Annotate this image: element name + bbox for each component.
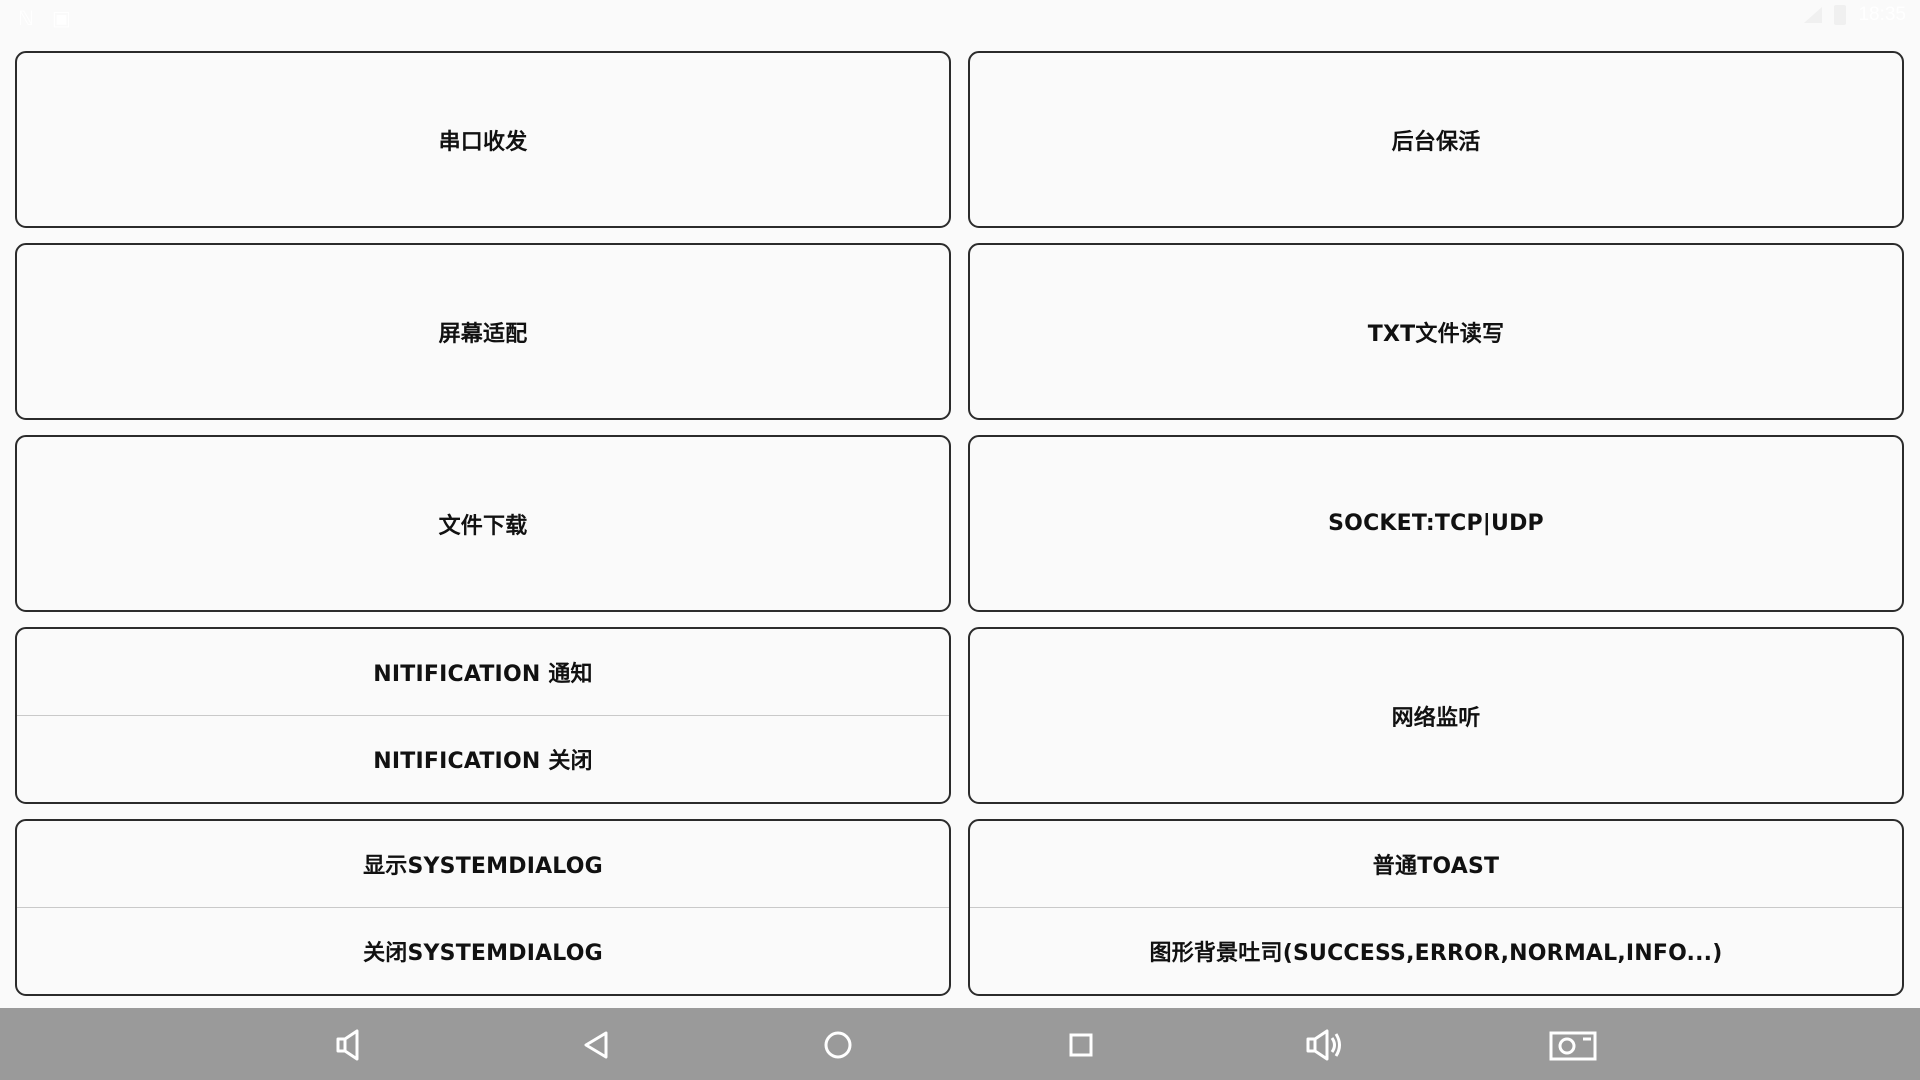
card-notification: NITIFICATION 通知 NITIFICATION 关闭 xyxy=(15,627,951,804)
back-icon[interactable] xyxy=(571,1020,621,1070)
screen-adapt-button[interactable]: 屏幕适配 xyxy=(17,245,949,418)
screenshot-icon[interactable] xyxy=(1543,1020,1603,1070)
grid-row: NITIFICATION 通知 NITIFICATION 关闭 网络监听 xyxy=(15,627,1905,804)
serial-port-button[interactable]: 串口收发 xyxy=(17,53,949,226)
grid-row: 屏幕适配 TXT文件读写 xyxy=(15,243,1905,420)
volume-down-icon[interactable] xyxy=(327,1020,377,1070)
txt-file-rw-button[interactable]: TXT文件读写 xyxy=(970,245,1902,418)
graphic-toast-button[interactable]: 图形背景吐司(SUCCESS,ERROR,NORMAL,INFO...) xyxy=(970,907,1902,994)
grid-row: 串口收发 后台保活 xyxy=(15,51,1905,228)
card-systemdialog: 显示SYSTEMDIALOG 关闭SYSTEMDIALOG xyxy=(15,819,951,996)
home-icon[interactable] xyxy=(813,1020,863,1070)
status-left: ℕ ▣ xyxy=(18,6,71,30)
card-download: 文件下载 xyxy=(15,435,951,612)
card-toast: 普通TOAST 图形背景吐司(SUCCESS,ERROR,NORMAL,INFO… xyxy=(968,819,1904,996)
grid-row: 显示SYSTEMDIALOG 关闭SYSTEMDIALOG 普通TOAST 图形… xyxy=(15,819,1905,996)
navigation-bar xyxy=(0,1008,1920,1080)
notification-close-button[interactable]: NITIFICATION 关闭 xyxy=(17,715,949,802)
close-systemdialog-button[interactable]: 关闭SYSTEMDIALOG xyxy=(17,907,949,994)
card-screen: 屏幕适配 xyxy=(15,243,951,420)
file-download-button[interactable]: 文件下载 xyxy=(17,437,949,610)
status-right: 18:35 xyxy=(1804,4,1906,26)
notification-show-button[interactable]: NITIFICATION 通知 xyxy=(17,629,949,715)
status-bar: ℕ ▣ 18:35 xyxy=(0,0,1920,36)
feature-grid: 串口收发 后台保活 屏幕适配 TXT文件读写 文件下载 SOCKET:TCP|U… xyxy=(15,51,1905,1011)
volume-up-icon[interactable] xyxy=(1300,1020,1350,1070)
normal-toast-button[interactable]: 普通TOAST xyxy=(970,821,1902,907)
show-systemdialog-button[interactable]: 显示SYSTEMDIALOG xyxy=(17,821,949,907)
network-monitor-button[interactable]: 网络监听 xyxy=(970,629,1902,802)
card-keepalive: 后台保活 xyxy=(968,51,1904,228)
card-socket: SOCKET:TCP|UDP xyxy=(968,435,1904,612)
battery-icon xyxy=(1834,5,1847,25)
card-serial: 串口收发 xyxy=(15,51,951,228)
notification-box-icon: ▣ xyxy=(52,6,71,30)
notification-n-icon: ℕ xyxy=(18,6,35,30)
status-time: 18:35 xyxy=(1858,4,1906,25)
recents-icon[interactable] xyxy=(1056,1020,1106,1070)
socket-button[interactable]: SOCKET:TCP|UDP xyxy=(970,437,1902,610)
background-keepalive-button[interactable]: 后台保活 xyxy=(970,53,1902,226)
card-network: 网络监听 xyxy=(968,627,1904,804)
grid-row: 文件下载 SOCKET:TCP|UDP xyxy=(15,435,1905,612)
card-txt: TXT文件读写 xyxy=(968,243,1904,420)
signal-icon xyxy=(1804,7,1823,23)
